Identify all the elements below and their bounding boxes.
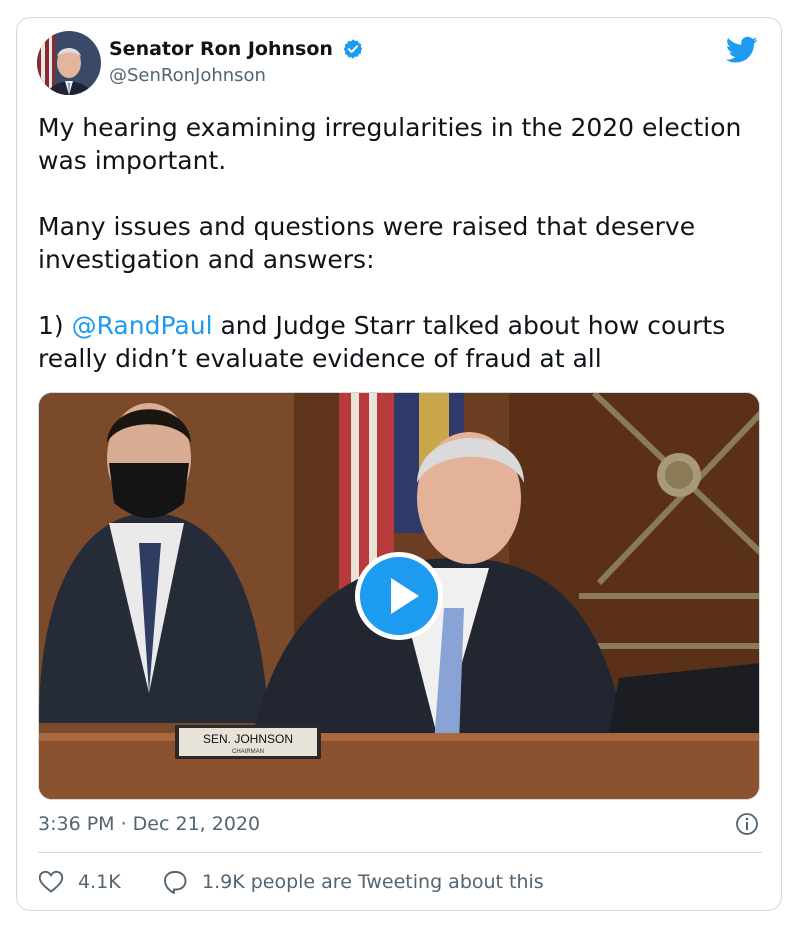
tweet-paragraph: My hearing examining irregularities in t… bbox=[38, 113, 742, 175]
info-icon[interactable] bbox=[735, 812, 759, 836]
nameplate-title: CHAIRMAN bbox=[232, 749, 264, 755]
play-icon bbox=[391, 578, 419, 614]
display-name[interactable]: Senator Ron Johnson bbox=[109, 38, 333, 60]
conversation-link[interactable]: 1.9K people are Tweeting about this bbox=[162, 868, 544, 896]
tweet-paragraph: 1) @RandPaul and Judge Starr talked abou… bbox=[38, 309, 763, 375]
handle[interactable]: @SenRonJohnson bbox=[109, 65, 266, 86]
conversation-text: 1.9K people are Tweeting about this bbox=[202, 871, 544, 893]
like-count: 4.1K bbox=[78, 871, 121, 893]
mention-link[interactable]: @RandPaul bbox=[72, 311, 213, 340]
twitter-bird-icon[interactable] bbox=[726, 36, 758, 64]
timestamp[interactable]: 3:36 PM · Dec 21, 2020 bbox=[38, 813, 260, 835]
avatar[interactable] bbox=[37, 31, 101, 95]
divider bbox=[38, 852, 762, 853]
nameplate-name: SEN. JOHNSON bbox=[203, 732, 293, 746]
play-button[interactable] bbox=[355, 552, 443, 640]
tweet-text: My hearing examining irregularities in t… bbox=[38, 111, 763, 375]
list-number: 1) bbox=[38, 311, 72, 340]
heart-icon bbox=[38, 870, 64, 893]
nameplate: SEN. JOHNSON CHAIRMAN bbox=[175, 725, 321, 759]
like-button[interactable]: 4.1K bbox=[38, 868, 121, 896]
tweet-paragraph: Many issues and questions were raised th… bbox=[38, 212, 696, 274]
reply-icon bbox=[164, 871, 187, 894]
verified-badge-icon bbox=[343, 39, 363, 59]
